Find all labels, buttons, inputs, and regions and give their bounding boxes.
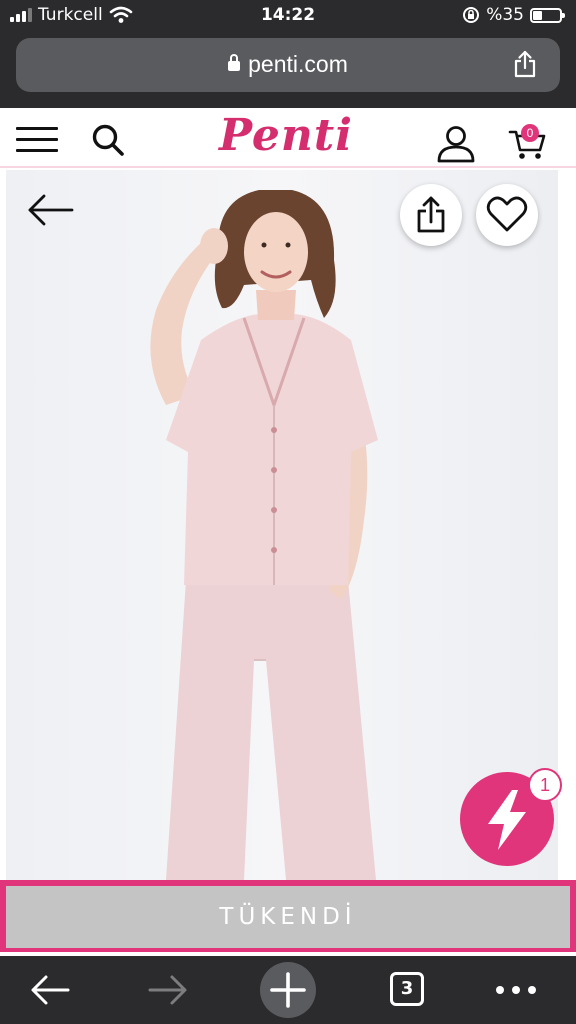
search-icon[interactable] — [90, 122, 126, 158]
arrow-left-icon[interactable] — [26, 192, 74, 228]
cart-count-badge: 0 — [521, 124, 539, 142]
status-right: %35 — [462, 5, 565, 25]
orientation-lock-icon — [463, 7, 480, 23]
battery-percent: %35 — [486, 5, 524, 25]
phone-screen: Turkcell 14:22 %35 penti.com Penti 0 1 T… — [0, 0, 576, 1024]
share-icon[interactable] — [512, 50, 538, 78]
flash-count-badge: 1 — [528, 768, 562, 802]
user-icon[interactable] — [436, 124, 476, 164]
sold-out-button[interactable]: TÜKENDİ — [6, 886, 570, 948]
url-text: penti.com — [248, 51, 348, 77]
back-icon[interactable] — [28, 966, 72, 1014]
lock-icon — [228, 54, 241, 71]
cart-button[interactable]: 0 — [508, 122, 548, 162]
new-tab-button[interactable] — [260, 962, 316, 1018]
battery-icon — [530, 7, 565, 23]
forward-icon[interactable] — [146, 966, 190, 1014]
status-bar: Turkcell 14:22 %35 — [0, 0, 576, 32]
site-header: Penti 0 — [0, 108, 576, 168]
tabs-button[interactable]: 3 — [386, 966, 426, 1014]
hamburger-icon[interactable] — [16, 127, 58, 157]
sold-out-bar: TÜKENDİ — [0, 880, 576, 952]
more-icon[interactable] — [494, 966, 538, 1014]
penti-logo[interactable]: Penti — [216, 110, 356, 166]
browser-toolbar: 3 — [0, 956, 576, 1024]
share-icon — [417, 196, 445, 233]
address-bar[interactable]: penti.com — [16, 38, 560, 92]
favorite-button[interactable] — [476, 184, 538, 246]
heart-icon — [486, 196, 528, 232]
product-photo — [150, 190, 378, 880]
plus-icon — [270, 972, 306, 1008]
share-button[interactable] — [400, 184, 462, 246]
tab-count: 3 — [390, 972, 424, 1006]
